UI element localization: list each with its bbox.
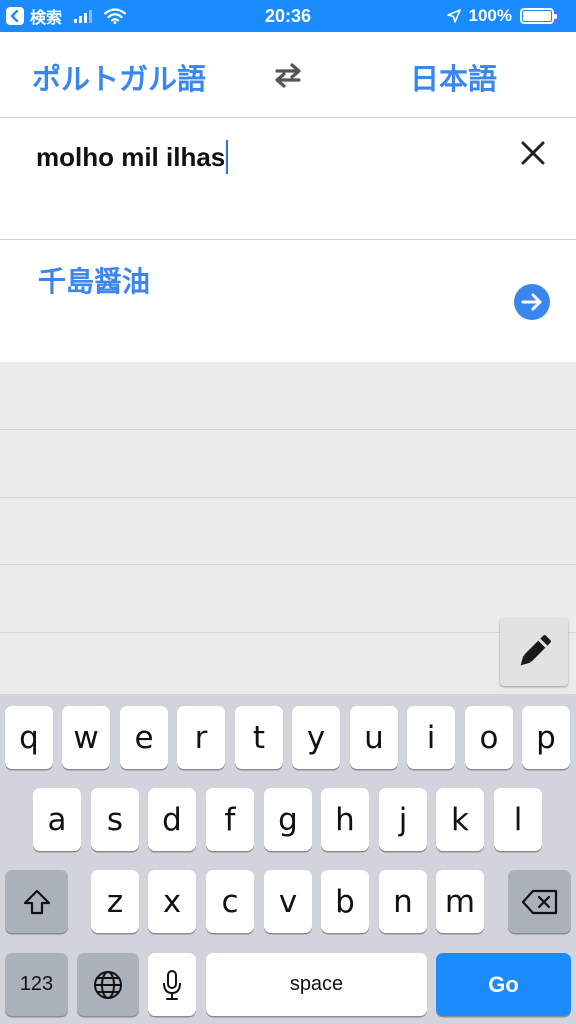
key-o[interactable]: o (465, 706, 513, 769)
key-g[interactable]: g (264, 788, 312, 851)
history-area (0, 362, 576, 694)
language-bar: ポルトガル語 日本語 (0, 32, 576, 118)
key-e[interactable]: e (120, 706, 168, 769)
go-key[interactable]: Go (436, 953, 571, 1016)
key-i[interactable]: i (407, 706, 455, 769)
key-m[interactable]: m (436, 870, 484, 933)
key-d[interactable]: d (148, 788, 196, 851)
key-r[interactable]: r (177, 706, 225, 769)
source-text-input[interactable]: molho mil ilhas (0, 118, 576, 240)
key-z[interactable]: z (91, 870, 139, 933)
handwriting-button[interactable] (500, 618, 568, 686)
key-s[interactable]: s (91, 788, 139, 851)
key-y[interactable]: y (292, 706, 340, 769)
numbers-key[interactable]: 123 (5, 953, 68, 1016)
result-text: 千島醤油 (38, 266, 151, 297)
location-icon (446, 9, 461, 23)
shift-key[interactable] (5, 870, 68, 933)
key-x[interactable]: x (148, 870, 196, 933)
key-j[interactable]: j (379, 788, 427, 851)
key-w[interactable]: w (62, 706, 110, 769)
key-n[interactable]: n (379, 870, 427, 933)
battery-icon (520, 8, 557, 24)
microphone-icon (163, 969, 181, 1000)
globe-key[interactable] (77, 953, 139, 1016)
divider (0, 429, 576, 430)
text-caret (226, 140, 229, 175)
swap-languages-icon[interactable] (271, 60, 305, 90)
shift-icon (23, 889, 50, 914)
key-c[interactable]: c (206, 870, 254, 933)
key-v[interactable]: v (264, 870, 312, 933)
divider (0, 497, 576, 498)
key-k[interactable]: k (436, 788, 484, 851)
globe-icon (94, 970, 122, 999)
pen-icon (520, 635, 551, 666)
battery-percent: 100% (468, 6, 512, 25)
key-q[interactable]: q (5, 706, 53, 769)
key-l[interactable]: l (494, 788, 542, 851)
arrow-right-icon[interactable] (514, 284, 550, 320)
keyboard: q w e r t y u i o p a s d f g h j k l z … (0, 694, 576, 1024)
backspace-icon (521, 889, 557, 914)
key-a[interactable]: a (33, 788, 81, 851)
clear-icon[interactable] (514, 134, 552, 172)
input-text: molho mil ilhas (36, 142, 226, 172)
space-key[interactable]: space (206, 953, 427, 1016)
key-b[interactable]: b (321, 870, 369, 933)
status-bar: 検索 20:36 100% (0, 0, 576, 32)
divider (0, 632, 576, 633)
translation-result[interactable]: 千島醤油 (0, 240, 576, 362)
key-u[interactable]: u (350, 706, 398, 769)
key-h[interactable]: h (321, 788, 369, 851)
target-language-button[interactable]: 日本語 (410, 56, 497, 98)
backspace-key[interactable] (508, 870, 571, 933)
divider (0, 564, 576, 565)
dictation-key[interactable] (148, 953, 196, 1016)
key-f[interactable]: f (206, 788, 254, 851)
key-p[interactable]: p (522, 706, 570, 769)
key-t[interactable]: t (235, 706, 283, 769)
source-language-button[interactable]: ポルトガル語 (32, 56, 206, 98)
